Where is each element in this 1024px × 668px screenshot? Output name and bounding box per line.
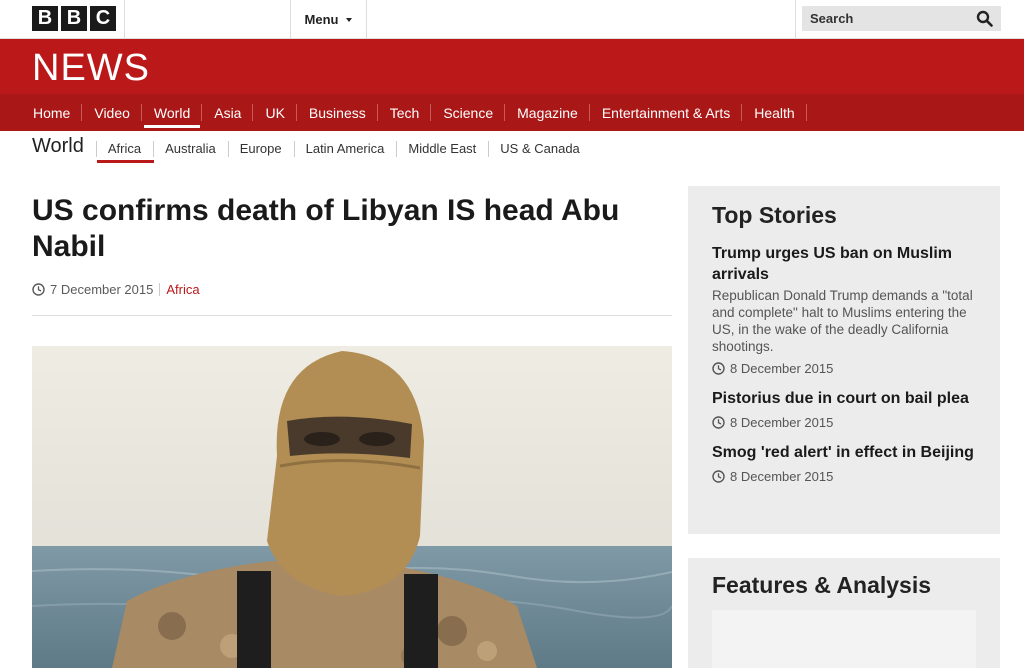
story-date-row: 8 December 2015 xyxy=(712,469,976,484)
story-date: 8 December 2015 xyxy=(730,415,834,430)
news-banner: NEWS xyxy=(0,39,1024,94)
article-meta: 7 December 2015 Africa xyxy=(32,282,200,297)
logo-letter: B xyxy=(32,6,58,31)
search-area xyxy=(795,0,1024,38)
top-stories-panel: Top Stories Trump urges US ban on Muslim… xyxy=(688,186,1000,534)
menu-button[interactable]: Menu xyxy=(290,0,367,38)
subnav-item-australia[interactable]: Australia xyxy=(153,131,228,165)
hero-photo xyxy=(32,346,672,668)
story-title[interactable]: Smog 'red alert' in effect in Beijing xyxy=(712,442,976,463)
story-date-row: 8 December 2015 xyxy=(712,415,976,430)
masthead-divider xyxy=(124,0,125,38)
features-panel: Features & Analysis xyxy=(688,558,1000,668)
nav-item-tech[interactable]: Tech xyxy=(378,94,432,131)
story-date-row: 8 December 2015 xyxy=(712,361,976,376)
article-headline: US confirms death of Libyan IS head Abu … xyxy=(32,194,620,263)
article-divider xyxy=(32,315,672,316)
nav-item-world[interactable]: World xyxy=(142,94,203,131)
menu-label: Menu xyxy=(304,11,339,27)
logo-letter: B xyxy=(61,6,87,31)
article-hero-image xyxy=(32,346,672,668)
search-icon[interactable] xyxy=(976,10,993,27)
nav-item-magazine[interactable]: Magazine xyxy=(505,94,590,131)
nav-item-asia[interactable]: Asia xyxy=(202,94,254,131)
meta-divider xyxy=(159,283,161,296)
subnav-item-us-canada[interactable]: US & Canada xyxy=(488,131,592,165)
subnav-item-africa[interactable]: Africa xyxy=(95,131,155,165)
story-title[interactable]: Pistorius due in court on bail plea xyxy=(712,388,976,409)
bbc-logo[interactable]: B B C xyxy=(32,6,116,31)
nav-item-home[interactable]: Home xyxy=(21,94,83,131)
logo-letter: C xyxy=(90,6,116,31)
primary-nav: Home Video World Asia UK Business Tech S… xyxy=(0,94,1024,131)
section-title[interactable]: World xyxy=(32,135,84,158)
story-item[interactable]: Pistorius due in court on bail plea 8 De… xyxy=(712,388,976,430)
features-heading: Features & Analysis xyxy=(712,572,932,598)
subnav-item-latin-america[interactable]: Latin America xyxy=(293,131,397,165)
feature-card-placeholder[interactable] xyxy=(712,610,976,668)
clock-icon xyxy=(712,416,725,429)
search-input[interactable] xyxy=(810,11,970,26)
story-date: 8 December 2015 xyxy=(730,361,834,376)
subnav-item-middle-east[interactable]: Middle East xyxy=(396,131,488,165)
nav-item-uk[interactable]: UK xyxy=(253,94,298,131)
story-date: 8 December 2015 xyxy=(730,469,834,484)
news-logo[interactable]: NEWS xyxy=(32,47,150,90)
secondary-nav: World Africa Australia Europe Latin Amer… xyxy=(32,131,592,165)
subnav-item-europe[interactable]: Europe xyxy=(227,131,294,165)
nav-item-health[interactable]: Health xyxy=(742,94,808,131)
top-stories-heading: Top Stories xyxy=(712,202,837,228)
clock-icon xyxy=(32,283,45,296)
nav-item-video[interactable]: Video xyxy=(82,94,142,131)
caret-down-icon xyxy=(346,18,353,22)
search-box[interactable] xyxy=(802,6,1001,31)
story-item[interactable]: Smog 'red alert' in effect in Beijing 8 … xyxy=(712,442,976,484)
story-summary: Republican Donald Trump demands a "total… xyxy=(712,288,973,354)
nav-item-business[interactable]: Business xyxy=(297,94,378,131)
story-item[interactable]: Trump urges US ban on Muslim arrivals Re… xyxy=(712,243,976,376)
article-date: 7 December 2015 xyxy=(50,282,154,297)
clock-icon xyxy=(712,470,725,483)
masthead: B B C Menu xyxy=(0,0,1024,39)
article-section-link[interactable]: Africa xyxy=(166,282,199,297)
story-title[interactable]: Trump urges US ban on Muslim arrivals xyxy=(712,243,976,285)
clock-icon xyxy=(712,362,725,375)
nav-item-science[interactable]: Science xyxy=(431,94,505,131)
nav-item-entertainment-arts[interactable]: Entertainment & Arts xyxy=(590,94,743,131)
